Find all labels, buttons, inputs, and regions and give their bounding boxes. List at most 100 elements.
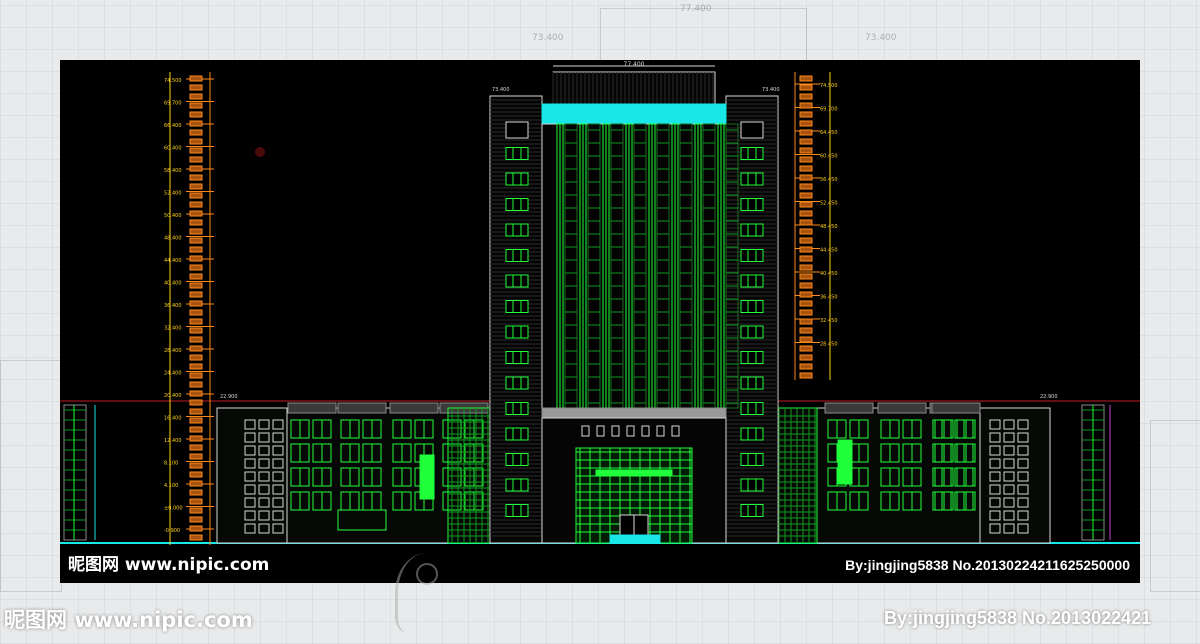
left-level-label: 50.400 bbox=[164, 213, 182, 219]
left-level-label: 60.400 bbox=[164, 146, 182, 152]
left-level-block bbox=[189, 300, 203, 307]
tower-left-window bbox=[505, 504, 529, 517]
left-level-block bbox=[189, 138, 203, 145]
left-level-block bbox=[189, 453, 203, 460]
left-level-block bbox=[189, 336, 203, 343]
watermark-outer-right: By:jingjing5838 No.2013022421 bbox=[884, 608, 1151, 629]
tower-entrance-step bbox=[609, 534, 661, 544]
left-level-block bbox=[189, 381, 203, 388]
left-level-block bbox=[189, 210, 203, 217]
left-level-block bbox=[189, 444, 203, 451]
right-level-block bbox=[799, 273, 813, 280]
tower-right-window bbox=[740, 402, 764, 415]
tower-left-window bbox=[505, 453, 529, 466]
cad-elevation-drawing: 77.400 73.400 73.400 22.900 22.900 74.500 69.7… bbox=[60, 60, 1140, 583]
tower-right-window bbox=[740, 249, 764, 262]
right-level-block bbox=[799, 156, 813, 163]
left-level-block bbox=[189, 372, 203, 379]
right-wing-dimension-label: 73.400 bbox=[762, 87, 780, 93]
tower-right-window bbox=[740, 172, 764, 186]
left-level-label: 8.100 bbox=[164, 461, 178, 467]
left-level-label: 32.400 bbox=[164, 326, 182, 332]
left-level-label: 28.400 bbox=[164, 348, 182, 354]
left-level-block bbox=[189, 534, 203, 541]
left-level-block bbox=[189, 111, 203, 118]
tower-cyan-band bbox=[541, 103, 727, 125]
tower-left-window bbox=[505, 172, 529, 186]
right-level-block bbox=[799, 336, 813, 343]
right-level-block bbox=[799, 120, 813, 127]
right-level-block bbox=[799, 345, 813, 352]
right-level-block bbox=[799, 219, 813, 226]
left-level-block bbox=[189, 426, 203, 433]
right-level-label: 69.700 bbox=[820, 107, 838, 113]
left-level-block bbox=[189, 354, 203, 361]
tower-left-window bbox=[505, 147, 529, 160]
left-level-block bbox=[189, 192, 203, 199]
left-level-block bbox=[189, 147, 203, 154]
watermark-inner-left: 昵图网 www.nipic.com bbox=[68, 550, 269, 575]
podium-left-green-panel bbox=[419, 454, 435, 500]
tower-left-window bbox=[505, 478, 529, 492]
tower-left-top-window bbox=[505, 121, 529, 139]
left-level-block bbox=[189, 489, 203, 496]
left-level-block bbox=[189, 255, 203, 262]
right-level-block bbox=[799, 291, 813, 298]
left-level-label: ±0.000 bbox=[164, 506, 183, 512]
tower-left-window bbox=[505, 351, 529, 364]
watermark-site-cn: 昵图网 bbox=[68, 555, 119, 575]
left-wing-dimension-label: 73.400 bbox=[492, 87, 510, 93]
tower-right-top-window bbox=[740, 121, 764, 139]
tower-left-window bbox=[505, 325, 529, 339]
right-level-label: 74.500 bbox=[820, 83, 838, 89]
left-level-label: 24.400 bbox=[164, 371, 182, 377]
left-level-block bbox=[189, 417, 203, 424]
tower-gray-band bbox=[541, 407, 727, 419]
left-level-block bbox=[189, 75, 203, 82]
tower-right-window bbox=[740, 300, 764, 313]
tower-left-window bbox=[505, 223, 529, 237]
left-level-block bbox=[189, 183, 203, 190]
right-level-block bbox=[799, 75, 813, 82]
podium-left-parapet bbox=[337, 402, 387, 414]
left-level-block bbox=[189, 345, 203, 352]
left-level-block bbox=[189, 174, 203, 181]
ghost-frame-top bbox=[600, 8, 807, 62]
left-level-label: 36.400 bbox=[164, 303, 182, 309]
left-level-block bbox=[189, 435, 203, 442]
right-level-block bbox=[799, 372, 813, 379]
right-level-block bbox=[799, 174, 813, 181]
right-level-block bbox=[799, 309, 813, 316]
podium-left-parapet bbox=[389, 402, 439, 414]
left-level-label: -0.900 bbox=[164, 528, 180, 534]
tower-right-window bbox=[740, 453, 764, 466]
left-level-block bbox=[189, 264, 203, 271]
right-level-label: 56.450 bbox=[820, 177, 838, 183]
right-level-block bbox=[799, 246, 813, 253]
left-level-label: 40.400 bbox=[164, 281, 182, 287]
left-level-label: 58.400 bbox=[164, 168, 182, 174]
right-level-block bbox=[799, 210, 813, 217]
left-level-label: 48.400 bbox=[164, 236, 182, 242]
right-level-block bbox=[799, 138, 813, 145]
podium-right-parapet bbox=[824, 402, 874, 414]
left-level-block bbox=[189, 246, 203, 253]
tower-left-window bbox=[505, 274, 529, 288]
right-level-label: 64.450 bbox=[820, 130, 838, 136]
right-level-label: 48.450 bbox=[820, 224, 838, 230]
right-level-label: 40.450 bbox=[820, 271, 838, 277]
left-level-label: 16.400 bbox=[164, 416, 182, 422]
watermark-outer-site-url: www.nipic.com bbox=[74, 608, 253, 632]
tower-right-window bbox=[740, 376, 764, 390]
left-level-block bbox=[189, 507, 203, 514]
tower-right-window bbox=[740, 223, 764, 237]
right-level-block bbox=[799, 147, 813, 154]
left-level-block bbox=[189, 237, 203, 244]
left-level-block bbox=[189, 309, 203, 316]
tower-right-window bbox=[740, 198, 764, 211]
left-level-label: 66.400 bbox=[164, 123, 182, 129]
watermark-site-url: www.nipic.com bbox=[124, 555, 270, 575]
left-level-block bbox=[189, 525, 203, 532]
left-level-block bbox=[189, 165, 203, 172]
left-level-block bbox=[189, 318, 203, 325]
